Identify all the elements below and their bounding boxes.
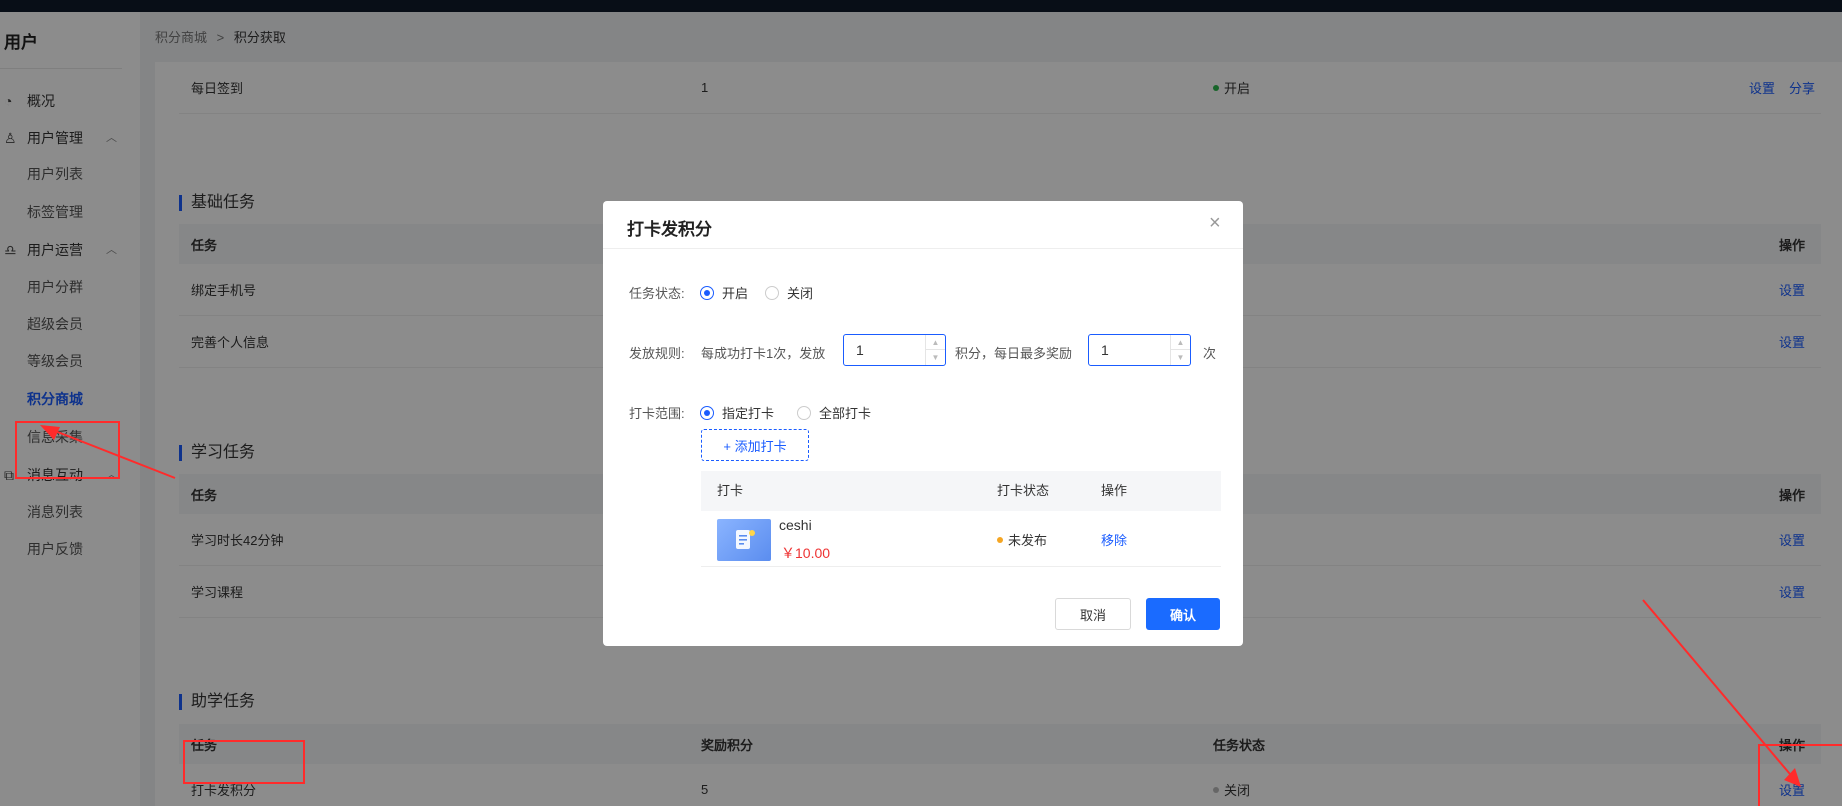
status-off-radio[interactable]: 关闭 [765, 283, 813, 302]
rule-text: 次 [1203, 346, 1217, 361]
number-stepper: ▲ ▼ [925, 335, 945, 365]
decrement-icon[interactable]: ▼ [926, 350, 945, 365]
status-text: 未发布 [1008, 533, 1048, 548]
radio-label: 指定打卡 [722, 406, 775, 421]
rule-text: 每成功打卡1次，发放 [701, 346, 826, 361]
cancel-button[interactable]: 取消 [1055, 598, 1131, 630]
close-icon[interactable]: × [1209, 212, 1221, 235]
radio-checked-icon [700, 405, 714, 420]
document-icon [736, 530, 755, 549]
dialog-title: 打卡发积分 [627, 220, 712, 239]
scope-label: 打卡范围: [629, 406, 685, 421]
header-checkin: 打卡 [717, 483, 744, 498]
remove-link[interactable]: 移除 [1101, 530, 1127, 549]
increment-icon[interactable]: ▲ [1171, 335, 1190, 350]
annotation-box [15, 421, 120, 479]
dialog-header: 打卡发积分 × [603, 201, 1243, 249]
decrement-icon[interactable]: ▼ [1171, 350, 1190, 365]
checkin-status: 未发布 [997, 530, 1047, 549]
input-value: 1 [856, 342, 864, 358]
scope-all-radio[interactable]: 全部打卡 [797, 403, 871, 422]
status-dot [997, 536, 1003, 543]
radio-unchecked-icon [765, 285, 779, 300]
scope-specific-radio[interactable]: 指定打卡 [700, 403, 774, 422]
radio-label: 关闭 [787, 286, 814, 301]
rule-text: 积分，每日最多奖励 [955, 346, 1073, 361]
number-stepper: ▲ ▼ [1170, 335, 1190, 365]
radio-label: 开启 [722, 286, 749, 301]
header-checkin-status: 打卡状态 [997, 483, 1050, 498]
max-daily-reward-input[interactable]: 1 ▲ ▼ [1088, 334, 1191, 366]
table-row: ceshi ￥10.00 未发布 移除 [701, 511, 1221, 567]
task-status-label: 任务状态: [629, 286, 685, 301]
annotation-box [1758, 744, 1842, 806]
annotation-box [183, 740, 305, 784]
checkin-points-dialog: 打卡发积分 × 任务状态: 开启 关闭 发放规则: 每成功打卡1次，发放 1 ▲… [603, 201, 1243, 646]
points-per-checkin-input[interactable]: 1 ▲ ▼ [843, 334, 946, 366]
radio-unchecked-icon [797, 405, 811, 420]
confirm-button[interactable]: 确认 [1146, 598, 1220, 630]
checkin-price: ￥10.00 [781, 545, 831, 561]
radio-label: 全部打卡 [819, 406, 872, 421]
radio-checked-icon [700, 285, 714, 300]
input-value: 1 [1101, 342, 1109, 358]
checkin-name: ceshi [779, 517, 812, 533]
add-checkin-button[interactable]: + 添加打卡 [701, 429, 809, 461]
table-header: 打卡 打卡状态 操作 [701, 471, 1221, 511]
checkin-thumbnail [717, 519, 771, 561]
increment-icon[interactable]: ▲ [926, 335, 945, 350]
rule-label: 发放规则: [629, 346, 685, 361]
status-on-radio[interactable]: 开启 [700, 283, 748, 302]
header-action: 操作 [1101, 483, 1128, 498]
